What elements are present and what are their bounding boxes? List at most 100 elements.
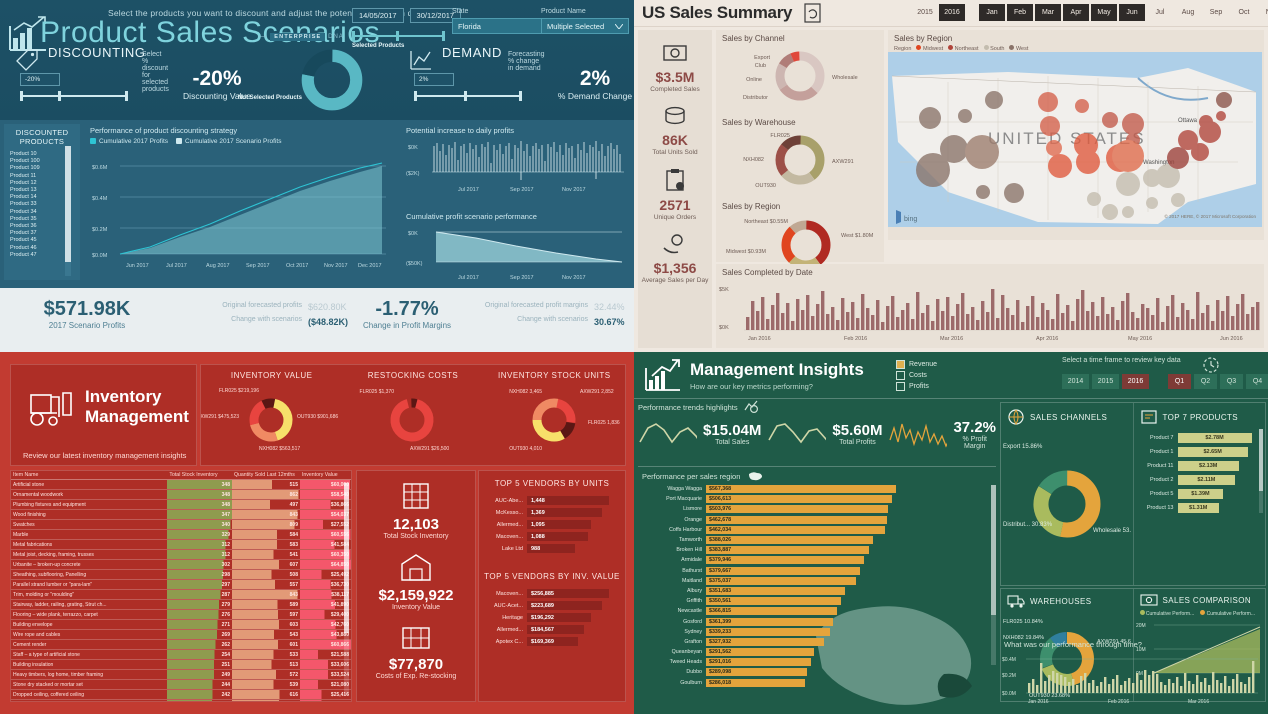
svg-text:OUT930 4,010: OUT930 4,010 <box>509 446 542 452</box>
table-row[interactable]: Wire rope and cables 269 543 $43,880 <box>11 629 351 640</box>
vendor-value: $196,292 <box>531 614 554 621</box>
table-row[interactable]: Stone dry stacked or mortar set 244 539 $21… <box>11 679 351 690</box>
discount-input[interactable]: -20% <box>20 73 60 86</box>
month-button-nov[interactable]: Nov <box>1259 4 1268 21</box>
table-row[interactable]: Artificial stone 348 515 $60,000 <box>11 479 351 490</box>
date-range-slider[interactable] <box>352 30 445 42</box>
month-button-aug[interactable]: Aug <box>1175 4 1201 21</box>
legend-item-west[interactable]: West <box>1009 45 1028 52</box>
checkbox-icon[interactable] <box>896 371 905 380</box>
svg-text:AXW291 $475,523: AXW291 $475,523 <box>201 414 239 420</box>
scenario-profits-value: $571.98K <box>43 298 131 320</box>
quarter-button-q2[interactable]: Q2 <box>1194 374 1217 389</box>
table-row[interactable]: Ornamental woodwork 348 862 $58,540 <box>11 489 351 500</box>
sales-by-region-map-panel[interactable]: Sales by Region Region Midwest Northeast… <box>888 30 1264 240</box>
legend-item-south[interactable]: South <box>983 45 1004 52</box>
checkbox-icon[interactable] <box>896 382 905 391</box>
month-button-apr[interactable]: Apr <box>1063 4 1089 21</box>
product-dropdown[interactable]: Multiple Selected <box>541 18 629 34</box>
col-qty-sold[interactable]: Quantity Sold Last 12mths <box>231 471 300 480</box>
table-row[interactable]: Plumbing fixtures and equipment 348 497 $36… <box>11 499 351 510</box>
table-row[interactable]: Heavy timbers, log home, timber framing 2… <box>11 669 351 680</box>
vendor-bar: 1,369 <box>527 508 603 517</box>
chart-legend[interactable]: Cumulative 2017 Profits Cumulative 2017 … <box>90 138 390 145</box>
measure-checkbox-group[interactable]: Revenue Costs Profits <box>896 360 937 393</box>
table-row[interactable]: Urbanite – broken-up concrete 302 607 $64,8… <box>11 559 351 570</box>
month-button-sep[interactable]: Sep <box>1203 4 1229 21</box>
table-row[interactable]: Parallel strand lumber or "para-lam" 297 5… <box>11 579 351 590</box>
legend-item[interactable]: Cumulative Perform... <box>1139 610 1194 617</box>
quarter-button-q3[interactable]: Q3 <box>1220 374 1243 389</box>
quarter-button-q1[interactable]: Q1 <box>1168 374 1191 389</box>
demand-slider[interactable] <box>414 91 522 101</box>
legend-item[interactable]: Cumulative 2017 Profits <box>90 138 168 145</box>
cell-total-stock: 242 <box>167 689 232 700</box>
month-button-feb[interactable]: Feb <box>1007 4 1033 21</box>
quarter-button-q4[interactable]: Q4 <box>1246 374 1268 389</box>
table-row[interactable]: Dropped ceiling, coffered ceiling 242 616 $… <box>11 689 351 700</box>
year-button-2015[interactable]: 2015 <box>912 4 938 21</box>
year-button-2014[interactable]: 2014 <box>1062 374 1089 389</box>
legend-item-midwest[interactable]: Midwest <box>916 45 943 52</box>
inventory-table-panel[interactable]: Item Name Total Stock Inventory Quantity… <box>10 470 352 702</box>
vendor-bar: 1,448 <box>527 496 609 505</box>
checkbox-profits[interactable]: Profits <box>896 382 937 391</box>
table-row[interactable]: Sheathing, subflooring, Panelling 298 508 $… <box>11 569 351 580</box>
month-button-jul[interactable]: Jul <box>1147 4 1173 21</box>
checkbox-icon[interactable] <box>896 360 905 369</box>
table-row[interactable]: Swatches 340 809 $27,552 <box>11 519 351 530</box>
inventory-table-body[interactable]: Artificial stone 348 515 $60,000 Ornamental … <box>11 479 351 701</box>
list-item: Sydney $339,233 <box>640 627 996 637</box>
legend-item-northeast[interactable]: Northeast <box>948 45 979 52</box>
table-row[interactable]: Staff – a type of artificial stone 254 533… <box>11 649 351 660</box>
col-total-stock[interactable]: Total Stock Inventory <box>167 471 232 480</box>
checkbox-costs[interactable]: Costs <box>896 371 937 380</box>
table-row[interactable]: Flooring – wide plank, terrazzo, carpet 2… <box>11 609 351 620</box>
month-button-jan[interactable]: Jan <box>979 4 1005 21</box>
month-button-jun[interactable]: Jun <box>1119 4 1145 21</box>
table-row[interactable]: Building insulation 251 513 $33,606 <box>11 659 351 670</box>
col-inventory-value[interactable]: Inventory Value <box>299 471 351 480</box>
col-item-name[interactable]: Item Name <box>11 471 168 480</box>
legend-item[interactable]: Cumulative Perform... <box>1200 610 1255 617</box>
svg-text:Wholesale: Wholesale <box>832 75 858 81</box>
donut-label-not-selected: Not Selected Products <box>238 95 303 101</box>
comparison-legend[interactable]: Cumulative Perform... Cumulative Perform… <box>1134 607 1266 617</box>
table-row[interactable]: Trim, molding or "moulding" 287 843 $38,117 <box>11 589 351 600</box>
table-row[interactable]: Marble 329 584 $60,556 <box>11 529 351 540</box>
table-row[interactable]: Metal joist, decking, framing, trusses 31… <box>11 549 351 560</box>
month-button-oct[interactable]: Oct <box>1231 4 1257 21</box>
svg-text:West $1.80M: West $1.80M <box>841 233 874 239</box>
table-row[interactable]: Stairway, ladder, railing, grating, Stru… <box>11 599 351 610</box>
date-from[interactable]: 14/05/2017 <box>352 8 404 23</box>
cell-total-stock: 279 <box>167 599 232 610</box>
products-scrollbar-thumb[interactable] <box>1259 429 1263 491</box>
date-range-slicer[interactable]: 14/05/2017 30/12/2017 <box>352 8 462 23</box>
svg-text:$0K: $0K <box>408 231 418 237</box>
month-button-mar[interactable]: Mar <box>1035 4 1061 21</box>
month-button-may[interactable]: May <box>1091 4 1117 21</box>
year-button-2015[interactable]: 2015 <box>1092 374 1119 389</box>
bubble-map[interactable]: UNITED STATES Ottawa Washington bing © 2… <box>888 52 1262 227</box>
table-row[interactable]: Metal fabrications 312 583 $41,584 <box>11 539 351 550</box>
legend-item[interactable]: Cumulative 2017 Scenario Profits <box>176 138 281 145</box>
refresh-document-icon[interactable] <box>804 3 822 23</box>
discounted-products-slicer[interactable]: DISCOUNTED PRODUCTS Product 10 Product 1… <box>4 124 80 280</box>
product-slicer[interactable]: Product Name Multiple Selected <box>541 8 629 34</box>
vendor-bar: $223,689 <box>527 601 603 610</box>
year-button-2016[interactable]: 2016 <box>939 4 965 21</box>
table-row[interactable]: Cement render 262 601 $60,866 <box>11 639 351 650</box>
table-row[interactable]: Wood finishing 347 843 $54,037 <box>11 509 351 520</box>
region-scrollbar-thumb[interactable] <box>991 485 996 615</box>
checkbox-revenue[interactable]: Revenue <box>896 360 937 369</box>
inventory-table[interactable]: Item Name Total Stock Inventory Quantity… <box>11 471 351 701</box>
table-row[interactable]: Elevator240605$25,400 <box>11 699 351 701</box>
demand-input[interactable]: 2% <box>414 73 454 86</box>
svg-text:($2K): ($2K) <box>406 171 420 177</box>
products-scrollbar-thumb[interactable] <box>65 146 71 262</box>
region-chart-title: Sales by Region <box>722 202 781 211</box>
table-scrollbar-thumb[interactable] <box>344 483 349 633</box>
year-button-2016[interactable]: 2016 <box>1122 374 1149 389</box>
discount-slider[interactable] <box>20 91 128 101</box>
table-row[interactable]: Building envelope 271 603 $42,760 <box>11 619 351 630</box>
